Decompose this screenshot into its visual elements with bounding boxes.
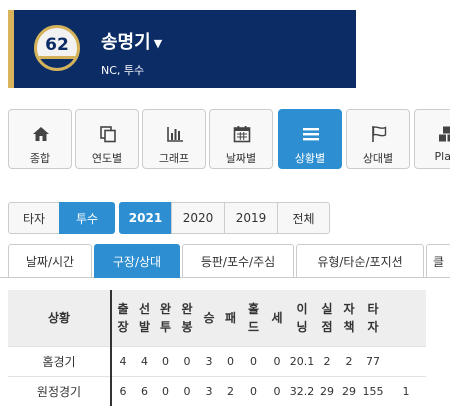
col-header[interactable]: 타자: [360, 290, 386, 346]
table-cell: 29: [316, 375, 338, 406]
table-row: 홈경기 4 4 0 0 3 0 0 0 20.1 2 2 77: [8, 345, 426, 376]
table-cell: 0: [241, 375, 266, 406]
tab-stadium-opponent[interactable]: 구장/상대: [94, 244, 180, 278]
table-cell: 29: [338, 375, 360, 406]
table-cell: 4: [134, 345, 155, 376]
table-cell: 0: [155, 375, 176, 406]
table-cell: 6: [134, 375, 155, 406]
table-row: 원정경기 6 6 0 0 3 2 0 0 32.2 29 29 155 1: [8, 375, 426, 406]
player-team-position: NC, 투수: [101, 64, 145, 77]
uniform-number-badge: 62: [34, 25, 80, 71]
table-cell: 1: [386, 375, 426, 406]
table-cell: 3: [198, 345, 220, 376]
filter-pitcher[interactable]: 투수: [59, 202, 115, 234]
col-header[interactable]: 홀드: [241, 290, 266, 346]
col-header[interactable]: 자책: [338, 290, 360, 346]
tab-more[interactable]: 클: [426, 244, 450, 278]
nav-label: 연도별: [91, 152, 123, 165]
col-header[interactable]: 승: [198, 290, 220, 346]
col-header[interactable]: 패: [220, 290, 241, 346]
nav-tile-daily[interactable]: 날짜별: [209, 109, 273, 169]
table-cell: 2: [338, 345, 360, 376]
table-cell: 0: [241, 345, 266, 376]
calendar-icon: [233, 126, 251, 143]
nav-label: 날짜별: [225, 152, 257, 165]
nav-tile-matchup[interactable]: 상대별: [346, 109, 410, 169]
col-header[interactable]: 완봉: [176, 290, 198, 346]
table-cell: 77: [360, 345, 386, 376]
table-cell: 3: [198, 375, 220, 406]
uniform-number: 62: [45, 35, 69, 55]
tab-date-time[interactable]: 날짜/시간: [8, 244, 92, 278]
nav-label: Play: [434, 150, 450, 163]
col-header[interactable]: 세: [266, 290, 288, 346]
season-2021[interactable]: 2021: [119, 202, 172, 234]
table-cell: 0: [220, 345, 241, 376]
flag-icon: [372, 126, 387, 142]
filter-batter[interactable]: 타자: [8, 202, 60, 234]
nav-label: 상황별: [294, 152, 326, 165]
player-name-dropdown[interactable]: 송명기 ▼: [101, 28, 162, 54]
nav-tile-yearly[interactable]: 연도별: [75, 109, 139, 169]
table-cell: 원정경기: [8, 375, 112, 406]
list-icon: [303, 128, 319, 141]
table-cell: 155: [360, 375, 386, 406]
player-header: 62 송명기 ▼ NC, 투수: [8, 10, 356, 88]
col-header[interactable]: 상황: [8, 290, 112, 346]
situational-stats-table: 상황 출장 선발 완투 완봉 승 패 홀드 세 이닝 실점 자책 타자 홈경기 …: [8, 290, 450, 406]
caret-down-icon: ▼: [153, 36, 163, 50]
table-cell: [386, 345, 426, 376]
nav-tile-graph[interactable]: 그래프: [142, 109, 206, 169]
col-header[interactable]: 출장: [111, 290, 134, 346]
table-cell: 0: [176, 345, 198, 376]
tab-type-order-position[interactable]: 유형/타순/포지션: [296, 244, 424, 278]
nav-label: 상대별: [362, 152, 394, 165]
table-cell: 4: [111, 345, 134, 376]
col-header[interactable]: [386, 290, 426, 346]
nav-label: 종합: [29, 152, 51, 165]
table-cell: 6: [111, 375, 134, 406]
table-cell: 20.1: [288, 345, 316, 376]
nav-tile-summary[interactable]: 종합: [8, 109, 72, 169]
season-2019[interactable]: 2019: [224, 202, 278, 234]
table-cell: 0: [155, 345, 176, 376]
table-cell: 2: [316, 345, 338, 376]
col-header[interactable]: 이닝: [288, 290, 316, 346]
season-all[interactable]: 전체: [277, 202, 330, 234]
table-cell: 홈경기: [8, 345, 112, 376]
table-cell: 0: [176, 375, 198, 406]
nav-tile-play[interactable]: Play: [414, 109, 450, 169]
table-cell: 0: [266, 345, 288, 376]
col-header[interactable]: 선발: [134, 290, 155, 346]
table-cell: 32.2: [288, 375, 316, 406]
table-header-row: 상황 출장 선발 완투 완봉 승 패 홀드 세 이닝 실점 자책 타자: [8, 290, 426, 346]
season-2020[interactable]: 2020: [171, 202, 225, 234]
home-icon: [33, 127, 49, 141]
stats-nav: 종합 연도별 그래프 날짜별 상황별 상대별 Play: [8, 109, 450, 170]
bar-chart-icon: [167, 127, 183, 142]
col-header[interactable]: 완투: [155, 290, 176, 346]
tab-appearance-catcher-umpire[interactable]: 등판/포수/주심: [182, 244, 294, 278]
table-cell: 2: [220, 375, 241, 406]
player-name: 송명기: [101, 32, 151, 53]
nav-label: 그래프: [158, 152, 190, 165]
col-header[interactable]: 실점: [316, 290, 338, 346]
nav-tile-situational[interactable]: 상황별: [278, 109, 342, 169]
table-cell: 0: [266, 375, 288, 406]
cubes-icon: [439, 126, 450, 142]
copy-icon: [100, 126, 116, 143]
